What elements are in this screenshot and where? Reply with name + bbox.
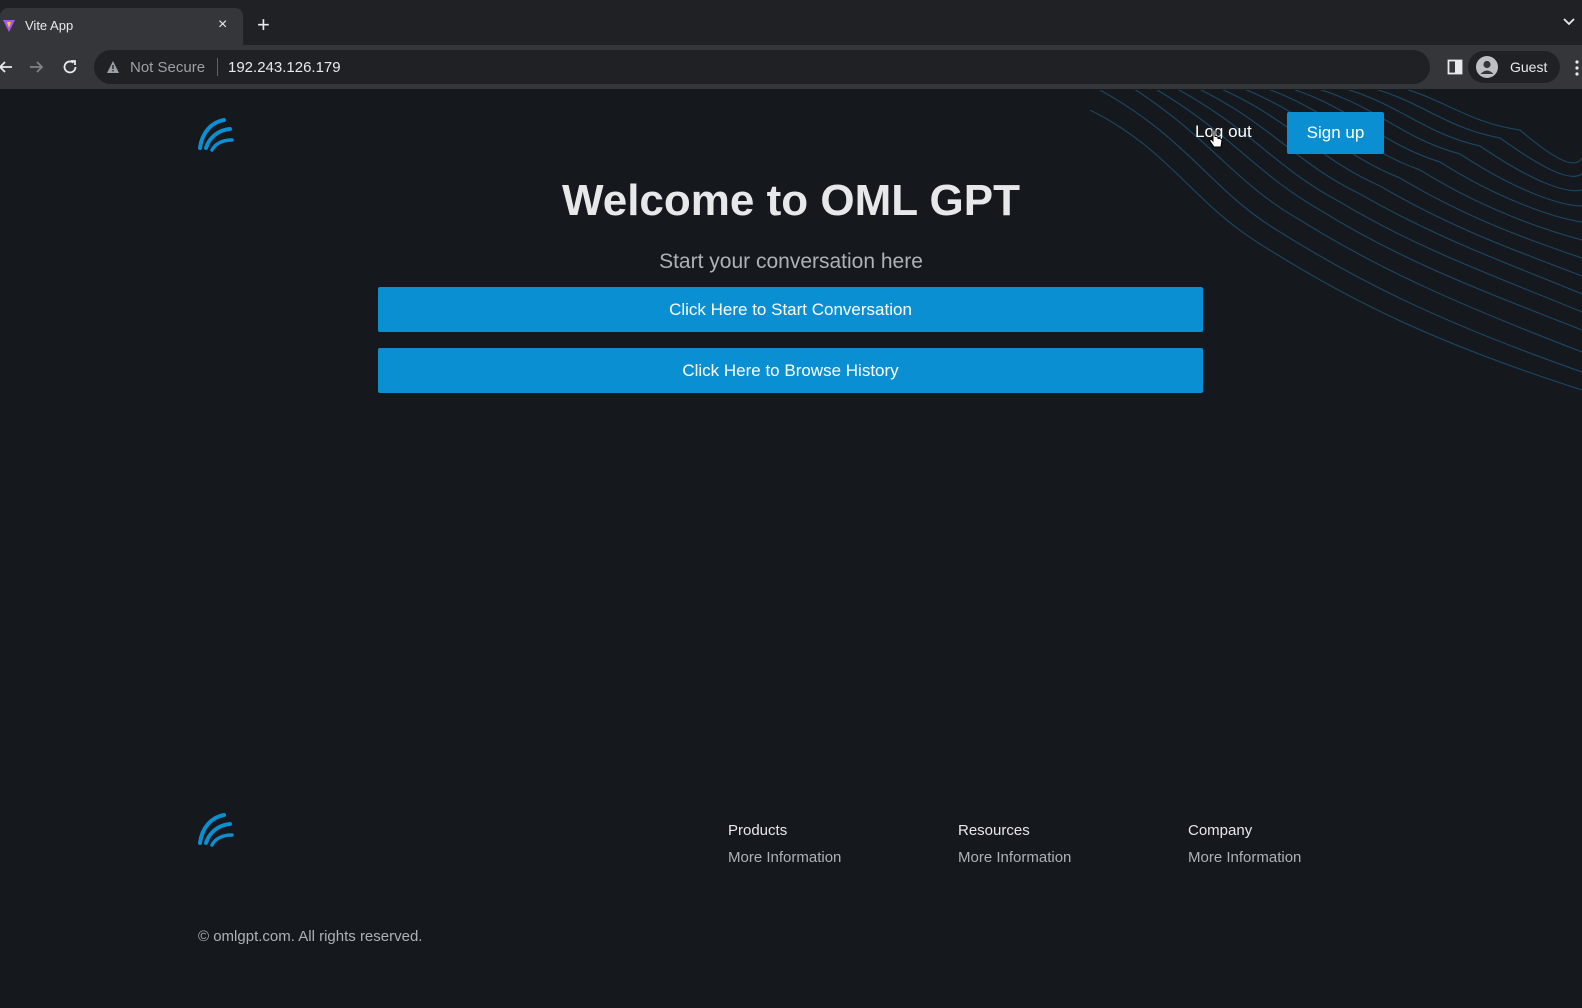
- logo-icon[interactable]: [196, 114, 236, 154]
- profile-label: Guest: [1510, 59, 1548, 75]
- address-bar[interactable]: Not Secure 192.243.126.179: [94, 50, 1430, 84]
- profile-button[interactable]: Guest: [1468, 51, 1560, 83]
- avatar-icon: [1476, 56, 1498, 78]
- reload-icon[interactable]: [60, 57, 80, 77]
- footer-heading: Products: [728, 822, 788, 839]
- tab-title: Vite App: [25, 18, 74, 33]
- footer-column-products: Products More Information: [728, 822, 841, 866]
- signup-button[interactable]: Sign up: [1287, 112, 1384, 154]
- warning-icon[interactable]: [106, 60, 120, 74]
- page-subtitle: Start your conversation here: [659, 250, 923, 273]
- page: Log out Sign up Welcome to OML GPT Start…: [0, 90, 1582, 1008]
- browser-tabstrip: Vite App × +: [0, 0, 1582, 45]
- signup-label: Sign up: [1306, 123, 1365, 142]
- footer-logo-icon[interactable]: [196, 809, 236, 849]
- browser-tab[interactable]: Vite App ×: [0, 8, 243, 45]
- pointer-cursor-icon: [1208, 129, 1223, 148]
- omnibox-divider: [217, 58, 218, 76]
- vite-favicon-icon: [3, 20, 15, 32]
- footer-column-company: Company More Information: [1188, 822, 1301, 866]
- side-panel-icon[interactable]: [1447, 59, 1463, 75]
- browse-history-button[interactable]: Click Here to Browse History: [378, 348, 1203, 393]
- footer-heading: Resources: [958, 822, 1030, 839]
- start-conversation-button[interactable]: Click Here to Start Conversation: [378, 287, 1203, 332]
- footer-column-resources: Resources More Information: [958, 822, 1071, 866]
- security-label[interactable]: Not Secure: [130, 59, 205, 76]
- footer-link[interactable]: More Information: [1188, 849, 1301, 866]
- footer-link[interactable]: More Information: [728, 849, 841, 866]
- copyright-text: © omlgpt.com. All rights reserved.: [198, 928, 423, 945]
- forward-arrow-icon[interactable]: [26, 57, 46, 77]
- page-title: Welcome to OML GPT: [562, 176, 1020, 225]
- more-menu-icon[interactable]: [1574, 59, 1580, 77]
- new-tab-icon[interactable]: +: [257, 14, 270, 36]
- chevron-down-icon[interactable]: [1562, 14, 1576, 28]
- browser-toolbar: Not Secure 192.243.126.179 Guest: [0, 45, 1582, 89]
- footer-link[interactable]: More Information: [958, 849, 1071, 866]
- tab-close-icon[interactable]: ×: [218, 15, 227, 35]
- url-text[interactable]: 192.243.126.179: [228, 59, 341, 76]
- footer-heading: Company: [1188, 822, 1253, 839]
- back-arrow-icon[interactable]: [0, 57, 16, 77]
